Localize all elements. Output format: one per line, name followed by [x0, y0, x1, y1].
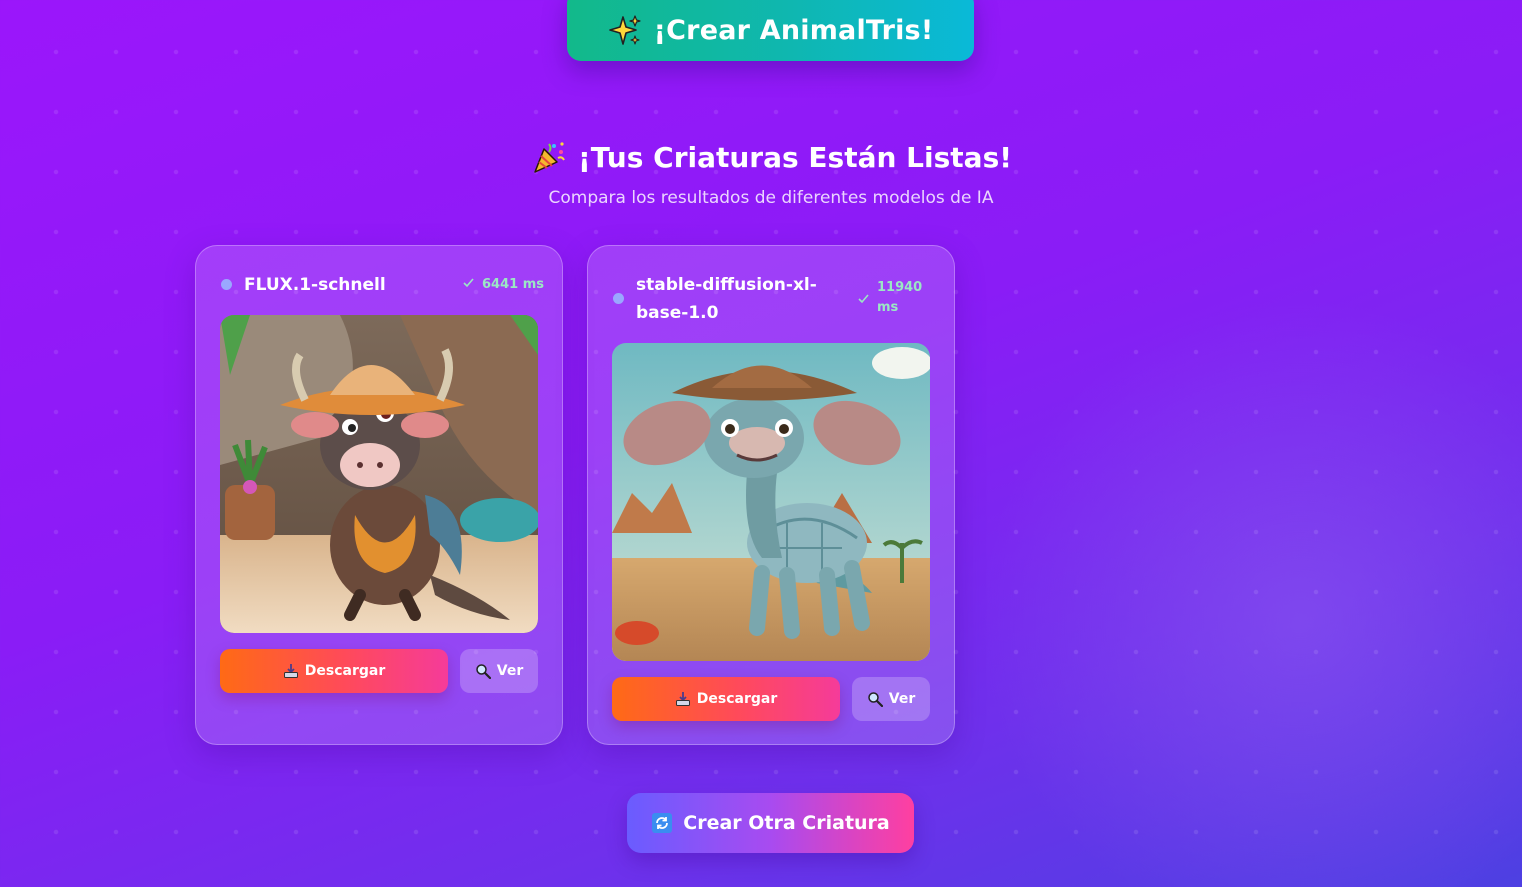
generated-image[interactable] — [220, 315, 538, 633]
create-button-label: ¡Crear AnimalTris! — [653, 15, 934, 46]
model-name: stable-diffusion-xl- base-1.0 — [636, 271, 817, 327]
timing-value: 6441 ms — [482, 277, 544, 292]
results-title-text: ¡Tus Criaturas Están Listas! — [578, 140, 1012, 174]
download-button[interactable]: Descargar — [220, 649, 448, 693]
create-another-label: Crear Otra Criatura — [683, 812, 890, 834]
timing-value: 11940 — [877, 280, 923, 295]
party-popper-icon — [534, 142, 565, 173]
download-tray-icon — [675, 692, 690, 706]
result-card-sdxl: stable-diffusion-xl- base-1.0 11940 ms D… — [587, 245, 955, 745]
view-label: Ver — [496, 663, 524, 679]
view-button[interactable]: Ver — [460, 649, 538, 693]
status-dot — [613, 293, 624, 304]
timing-badge: 6441 ms — [463, 275, 544, 295]
model-name: FLUX.1-schnell — [244, 275, 386, 295]
result-card-flux: FLUX.1-schnell 6441 ms Descargar Ver — [195, 245, 563, 745]
model-name-line-2: base-1.0 — [636, 303, 719, 323]
creature-image-turtle — [612, 343, 930, 661]
model-name-line-1: stable-diffusion-xl- — [636, 275, 817, 295]
download-button[interactable]: Descargar — [612, 677, 840, 721]
download-label: Descargar — [696, 691, 778, 707]
creature-image-bull — [220, 315, 538, 633]
create-another-button[interactable]: Crear Otra Criatura — [627, 793, 914, 853]
view-label: Ver — [888, 691, 916, 707]
download-tray-icon — [283, 664, 298, 678]
check-icon — [858, 294, 869, 304]
create-animaltris-button[interactable]: ¡Crear AnimalTris! — [567, 0, 974, 61]
view-button[interactable]: Ver — [852, 677, 930, 721]
status-dot — [221, 279, 232, 290]
generated-image[interactable] — [612, 343, 930, 661]
timing-unit: ms — [877, 300, 899, 315]
check-icon — [463, 278, 474, 288]
sparkles-icon — [608, 14, 641, 45]
refresh-icon — [652, 813, 673, 833]
magnifier-icon — [476, 664, 491, 679]
download-label: Descargar — [304, 663, 386, 679]
timing-badge: 11940 ms — [858, 278, 922, 318]
magnifier-icon — [868, 692, 883, 707]
results-subtitle: Compara los resultados de diferentes mod… — [548, 188, 994, 208]
results-title: ¡Tus Criaturas Están Listas! — [0, 140, 1522, 174]
